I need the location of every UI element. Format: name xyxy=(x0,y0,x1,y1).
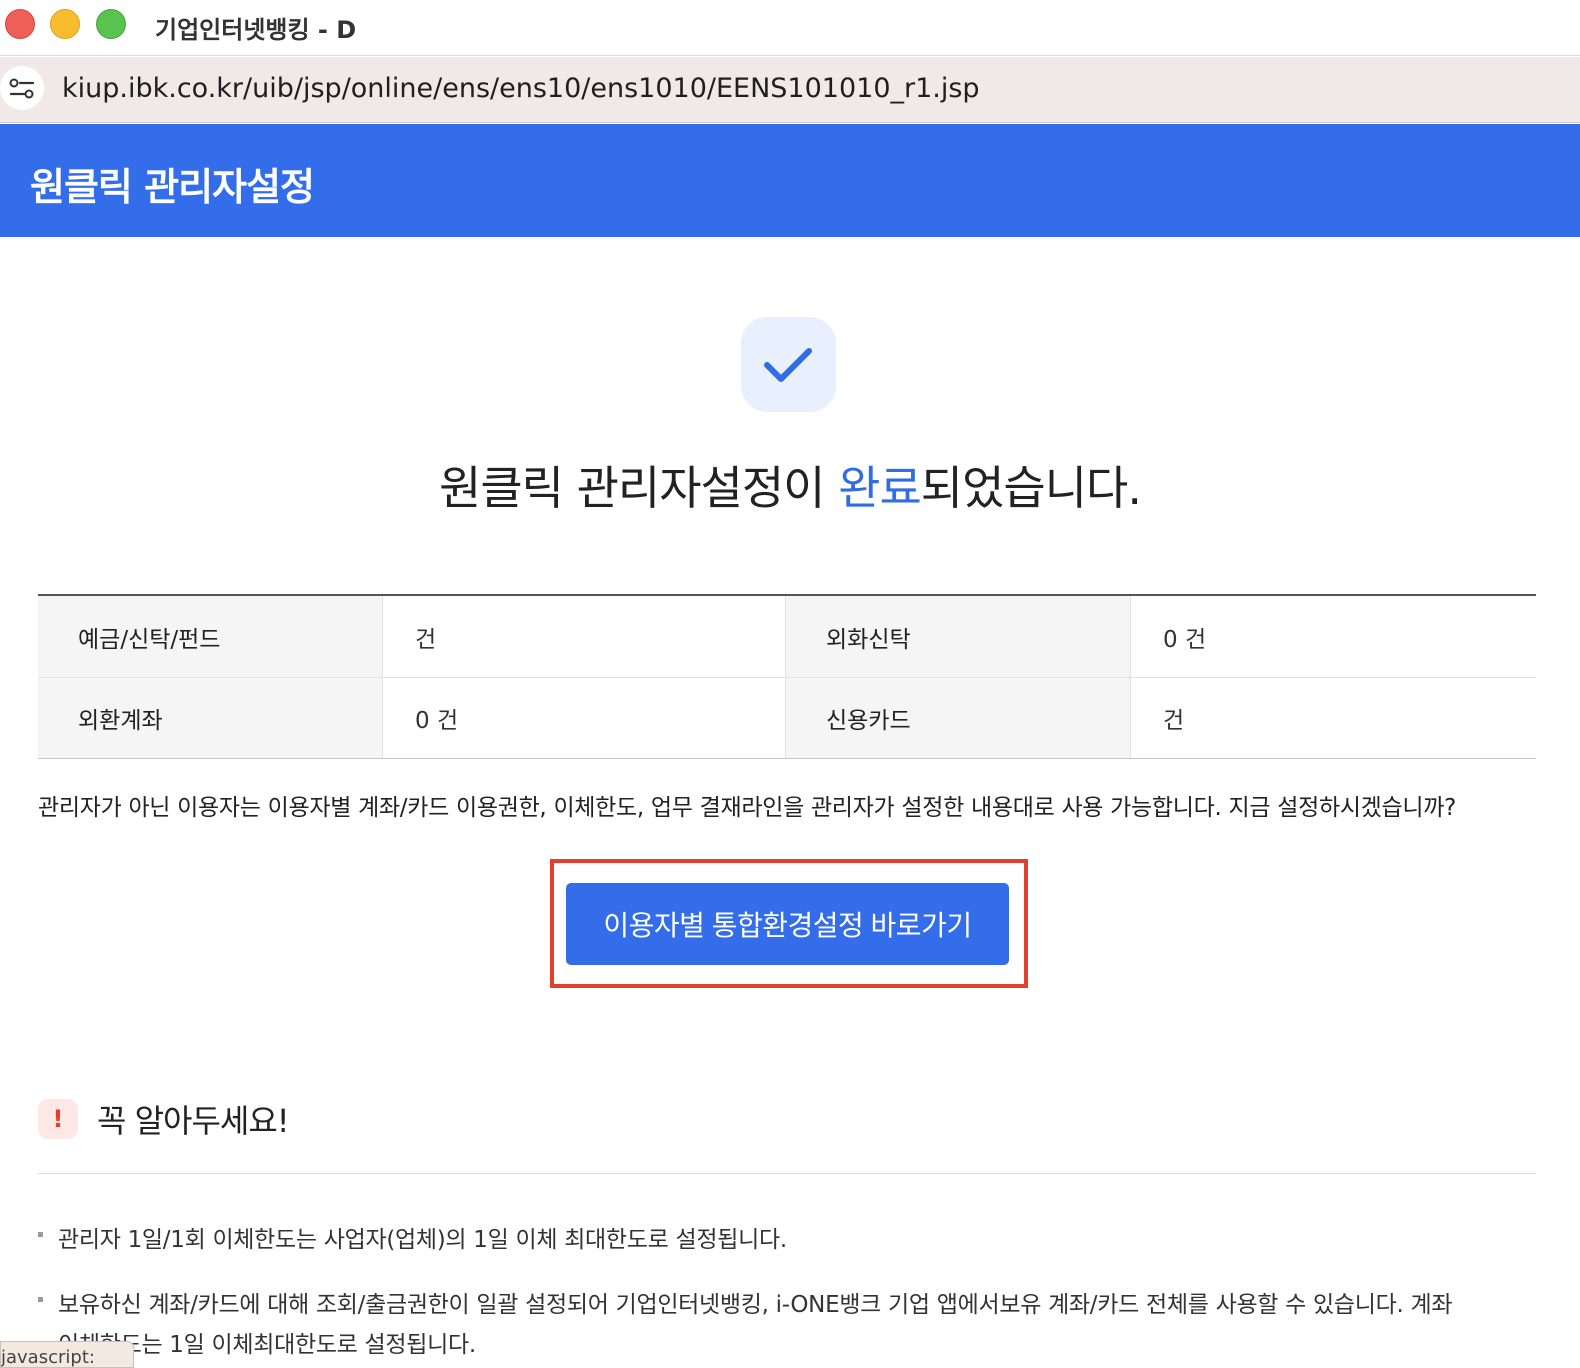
exclamation-icon: ! xyxy=(38,1099,78,1139)
bullet-icon xyxy=(38,1297,43,1302)
table-row: 예금/신탁/펀드 건 외화신탁 0 건 xyxy=(38,596,1536,677)
url-field[interactable]: kiup.ibk.co.kr/uib/jsp/online/ens/ens10/… xyxy=(62,73,980,104)
completion-suffix: 되었습니다. xyxy=(920,461,1142,515)
table-header-cell: 신용카드 xyxy=(786,678,1130,758)
maximize-window-button[interactable] xyxy=(96,9,126,39)
list-item-text: 보유하신 계좌/카드에 대해 조회/출금권한이 일괄 설정되어 기업인터넷뱅킹,… xyxy=(58,1292,1453,1318)
setup-prompt-text: 관리자가 아닌 이용자는 이용자별 계좌/카드 이용권한, 이체한도, 업무 결… xyxy=(38,795,1457,821)
completion-prefix: 원클릭 관리자설정이 xyxy=(439,461,839,515)
summary-table: 예금/신탁/펀드 건 외화신탁 0 건 외환계좌 0 건 신용카드 건 xyxy=(38,594,1536,759)
page-header-banner: 원클릭 관리자설정 xyxy=(0,124,1580,237)
list-item: 보유하신 계좌/카드에 대해 조회/출금권한이 일괄 설정되어 기업인터넷뱅킹,… xyxy=(38,1285,1548,1365)
minimize-window-button[interactable] xyxy=(50,9,80,39)
table-cell: 0 건 xyxy=(1130,596,1536,677)
divider xyxy=(38,1173,1536,1174)
window-titlebar: 기업인터넷뱅킹 - D xyxy=(0,0,1580,56)
table-cell: 건 xyxy=(382,596,786,677)
address-bar: kiup.ibk.co.kr/uib/jsp/online/ens/ens10/… xyxy=(0,57,1580,123)
table-cell: 0 건 xyxy=(382,678,786,758)
page-title: 원클릭 관리자설정 xyxy=(30,165,315,209)
close-window-button[interactable] xyxy=(5,9,35,39)
goto-user-settings-button[interactable]: 이용자별 통합환경설정 바로가기 xyxy=(566,883,1009,965)
notice-section-title: 꼭 알아두세요! xyxy=(97,1102,290,1140)
completion-highlight: 완료 xyxy=(838,461,922,515)
bullet-icon xyxy=(38,1232,43,1237)
table-header-cell: 외화신탁 xyxy=(786,596,1130,677)
site-settings-icon xyxy=(9,78,35,99)
table-header-cell: 예금/신탁/펀드 xyxy=(38,596,382,677)
site-info-button[interactable] xyxy=(0,66,44,110)
list-item: 관리자 1일/1회 이체한도는 사업자(업체)의 1일 이체 최대한도로 설정됩… xyxy=(38,1220,1538,1254)
table-row: 외환계좌 0 건 신용카드 건 xyxy=(38,677,1536,758)
table-cell: 건 xyxy=(1130,678,1536,758)
table-header-cell: 외환계좌 xyxy=(38,678,382,758)
list-item-text: 관리자 1일/1회 이체한도는 사업자(업체)의 1일 이체 최대한도로 설정됩… xyxy=(58,1227,787,1253)
status-bar-text: javascript: xyxy=(1,1347,95,1368)
completion-message: 원클릭 관리자설정이 완료되었습니다. xyxy=(0,452,1580,518)
status-bar-url: javascript: xyxy=(0,1341,134,1368)
success-check-icon xyxy=(741,317,836,412)
window-title: 기업인터넷뱅킹 - D xyxy=(155,16,357,44)
